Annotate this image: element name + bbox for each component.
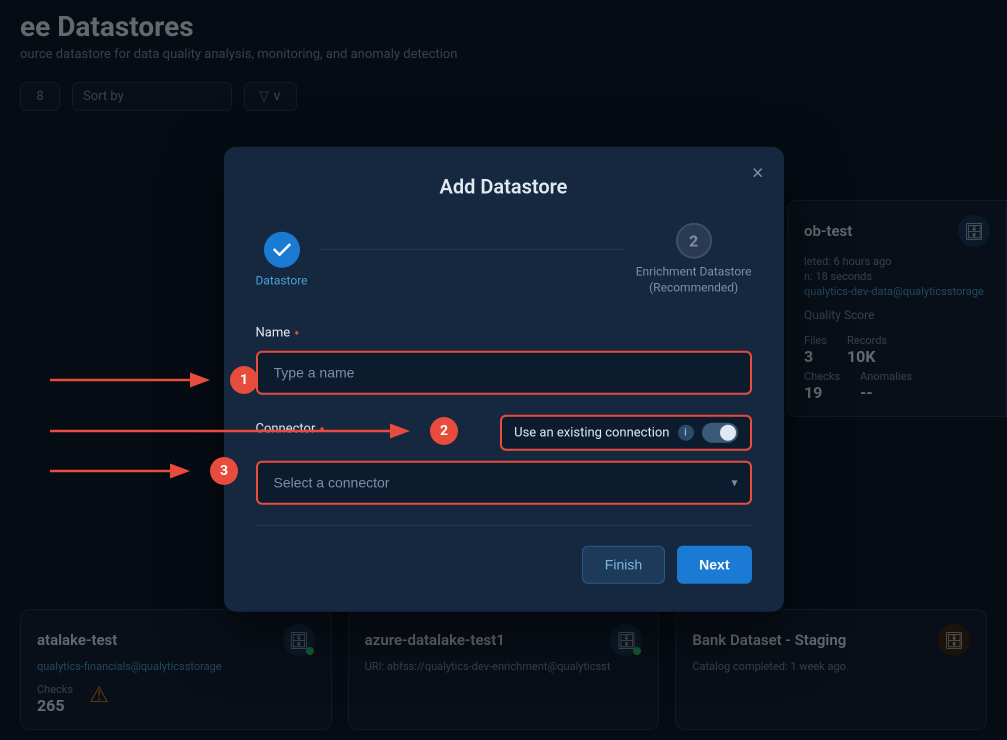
info-icon[interactable]: i (678, 425, 694, 441)
annotation-circle-3: 3 (210, 457, 238, 485)
connector-select-wrapper: Select a connector ▾ (256, 461, 752, 505)
step-line (320, 249, 624, 250)
existing-connection-toggle[interactable] (702, 423, 738, 443)
existing-connection-label: Use an existing connection (514, 425, 669, 440)
annotation-circle-2: 2 (430, 417, 458, 445)
modal-footer: Finish Next (256, 546, 752, 584)
modal-divider (256, 525, 752, 526)
finish-button[interactable]: Finish (582, 546, 665, 584)
name-input[interactable] (256, 351, 752, 395)
step-1-circle (264, 231, 300, 267)
step-2-label: Enrichment Datastore (Recommended) (636, 265, 752, 296)
annotation-3-arrow (50, 456, 210, 486)
add-datastore-modal: × Add Datastore Datastore 2 Enrichment D… (224, 147, 784, 612)
step-1-label: Datastore (256, 273, 308, 287)
annotation-2-group: 2 (50, 416, 458, 446)
step-1: Datastore (256, 231, 308, 287)
stepper: Datastore 2 Enrichment Datastore (Recomm… (256, 223, 752, 296)
modal-close-button[interactable]: × (752, 163, 764, 186)
annotation-1-group: 1 (50, 365, 258, 395)
name-required-indicator: • (294, 324, 299, 343)
step-2-circle: 2 (676, 223, 712, 259)
step-2: 2 Enrichment Datastore (Recommended) (636, 223, 752, 296)
annotation-3-group: 3 (50, 456, 238, 486)
modal-title: Add Datastore (256, 175, 752, 199)
annotation-1-arrow (50, 365, 230, 395)
next-button[interactable]: Next (677, 546, 751, 584)
name-field-group: Name • (256, 324, 752, 395)
annotation-circle-1: 1 (230, 366, 258, 394)
name-field-label: Name • (256, 324, 752, 343)
connector-select[interactable]: Select a connector (256, 461, 752, 505)
existing-connection-toggle-wrapper: Use an existing connection i (500, 415, 751, 451)
annotation-2-arrow (50, 416, 430, 446)
